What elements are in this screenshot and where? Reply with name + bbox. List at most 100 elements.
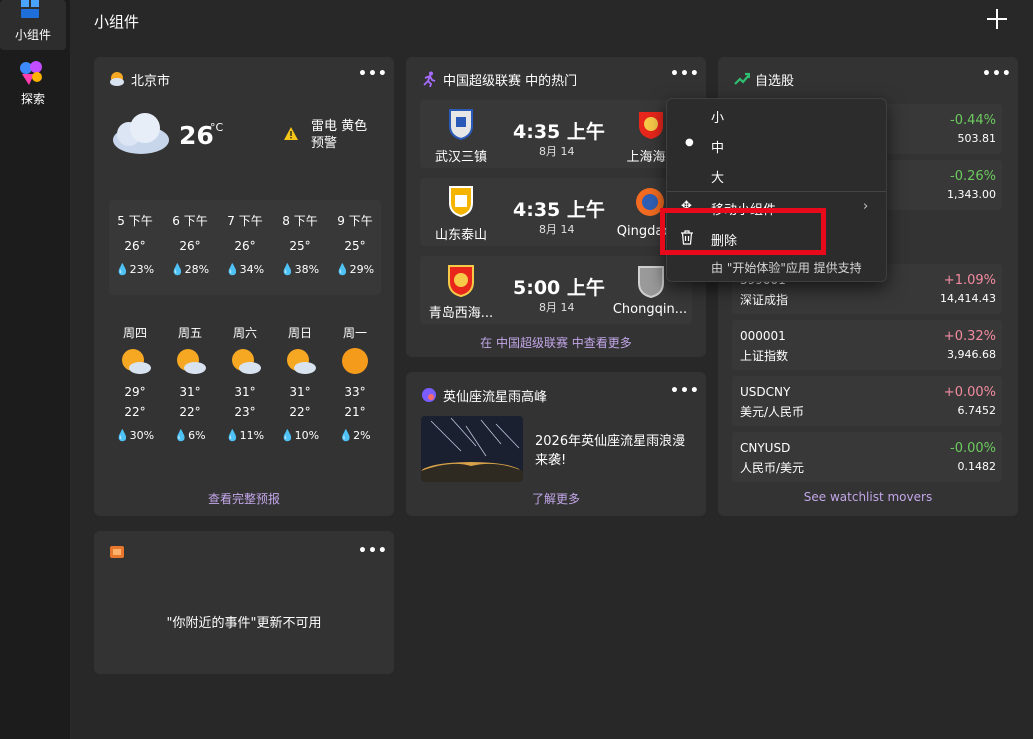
stocks-more-icon[interactable]: ••• — [982, 66, 1012, 82]
daily-item: 周五 31° 22° 💧6% — [168, 324, 212, 442]
partly-sunny-icon — [232, 349, 261, 374]
day-name: 周一 — [342, 326, 367, 340]
day-high: 31° — [234, 385, 256, 399]
day-high: 33° — [344, 385, 366, 399]
stock-name: 美元/人民币 — [740, 405, 805, 419]
stock-symbol: USDCNY — [740, 385, 791, 399]
raindrop-icon: 💧 — [225, 429, 240, 442]
hour-time: 5 下午 — [117, 214, 153, 228]
hour-rain: 23% — [129, 263, 155, 276]
hour-temp: 25° — [289, 239, 311, 253]
plus-icon[interactable] — [984, 6, 1010, 32]
stock-change: +0.32% — [943, 329, 996, 344]
news-headline[interactable]: 2026年英仙座流星雨浪漫来袭! — [535, 432, 695, 470]
match-time: 4:35 上午 — [513, 121, 605, 143]
current-temp: 26 — [179, 121, 214, 150]
hour-temp: 25° — [344, 239, 366, 253]
hourly-item: 5 下午 26° 💧23% — [113, 212, 157, 276]
meteor-icon — [422, 388, 436, 402]
rail-widgets-button[interactable]: 小组件 — [0, 0, 66, 50]
raindrop-icon: 💧 — [339, 429, 354, 442]
stock-row[interactable]: USDCNY 美元/人民币 +0.00% 6.7452 — [732, 376, 1002, 426]
raindrop-icon: 💧 — [174, 429, 189, 442]
raindrop-icon: 💧 — [115, 263, 130, 276]
sports-more-link[interactable]: 在 中国超级联赛 中查看更多 — [406, 334, 706, 351]
partly-sunny-icon — [287, 349, 316, 374]
stock-price: 0.1482 — [957, 460, 997, 473]
day-low: 21° — [344, 405, 366, 419]
day-rain: 6% — [188, 429, 206, 442]
news-more-link[interactable]: 了解更多 — [406, 490, 706, 507]
hour-time: 8 下午 — [282, 214, 318, 228]
chongqing-shield-icon — [638, 266, 664, 298]
sports-more-icon[interactable]: ••• — [670, 66, 700, 82]
stock-row[interactable]: 000001 上证指数 +0.32% 3,946.68 — [732, 320, 1002, 370]
shandong-logo-icon — [449, 186, 473, 217]
page-title: 小组件 — [94, 13, 140, 31]
rail-explore-label: 探索 — [20, 92, 45, 106]
hourly-item: 6 下午 26° 💧28% — [168, 212, 212, 276]
stock-change: +0.00% — [943, 385, 996, 400]
day-rain: 10% — [294, 429, 320, 442]
daily-item: 周四 29° 22° 💧30% — [113, 324, 157, 442]
menu-provider-label: 由 "开始体验"应用 提供支持 — [711, 261, 862, 275]
raindrop-icon: 💧 — [115, 429, 130, 442]
daily-item: 周一 33° 21° 💧2% — [333, 324, 377, 442]
match-time: 5:00 上午 — [513, 277, 605, 299]
stock-price: 14,414.43 — [940, 292, 996, 305]
hour-rain: 38% — [294, 263, 320, 276]
menu-size-large[interactable]: 大 — [667, 167, 886, 193]
events-more-icon[interactable]: ••• — [358, 543, 388, 559]
raindrop-icon: 💧 — [280, 429, 295, 442]
events-card[interactable] — [94, 531, 394, 674]
weather-more-icon[interactable]: ••• — [358, 66, 388, 82]
weather-full-forecast-link[interactable]: 查看完整预报 — [94, 490, 394, 507]
day-rain: 2% — [353, 429, 371, 442]
menu-size-small[interactable]: 小 — [667, 107, 886, 133]
menu-size-large-label: 大 — [711, 171, 725, 186]
stocks-title: 自选股 — [755, 74, 795, 89]
day-name: 周四 — [122, 326, 147, 340]
hourly-item: 8 下午 25° 💧38% — [278, 212, 322, 276]
temp-unit: °C — [210, 121, 224, 134]
match-time: 4:35 上午 — [513, 199, 605, 221]
sunny-icon — [342, 348, 368, 374]
running-icon — [423, 71, 436, 87]
day-low: 22° — [289, 405, 311, 419]
rail-widgets-label: 小组件 — [14, 28, 51, 42]
raindrop-icon: 💧 — [335, 263, 350, 276]
hour-time: 6 下午 — [172, 214, 208, 228]
sports-title: 中国超级联赛 中的热门 — [443, 74, 578, 89]
day-name: 周日 — [287, 326, 312, 340]
rail-explore-button[interactable]: 探索 — [0, 60, 66, 110]
wuhan-logo-icon — [449, 109, 473, 140]
raindrop-icon: 💧 — [280, 263, 295, 276]
menu-size-small-label: 小 — [711, 111, 725, 126]
match-date: 8月 14 — [539, 223, 575, 236]
daily-item: 周日 31° 22° 💧10% — [278, 324, 322, 442]
day-high: 31° — [289, 385, 311, 399]
watchlist-movers-link[interactable]: See watchlist movers — [718, 490, 1018, 504]
hour-time: 9 下午 — [337, 214, 373, 228]
daily-item: 周六 31° 23° 💧11% — [223, 324, 267, 442]
meteor-shower-photo[interactable] — [421, 416, 523, 482]
selected-dot-icon: ● — [685, 137, 694, 148]
match-date: 8月 14 — [539, 301, 575, 314]
stock-name: 深证成指 — [740, 293, 789, 307]
qingdao-west-coast-logo-icon — [448, 265, 474, 297]
match-home-team: 山东泰山 — [434, 228, 487, 243]
day-high: 31° — [179, 385, 201, 399]
weather-title-icon — [110, 72, 124, 86]
weather-alert[interactable]: 雷电 黄色 预警 — [311, 118, 377, 152]
day-low: 22° — [124, 405, 146, 419]
match-home-team: 青岛西海... — [428, 306, 494, 321]
news-more-icon[interactable]: ••• — [670, 383, 700, 399]
hour-time: 7 下午 — [227, 214, 263, 228]
day-rain: 30% — [129, 429, 155, 442]
stock-price: 1,343.00 — [947, 188, 996, 201]
stock-row[interactable]: CNYUSD 人民币/美元 -0.00% 0.1482 — [732, 432, 1002, 482]
hour-temp: 26° — [234, 239, 256, 253]
menu-size-medium[interactable]: ● 中 — [667, 137, 886, 163]
warning-icon — [284, 127, 298, 140]
partly-sunny-icon — [177, 349, 206, 374]
